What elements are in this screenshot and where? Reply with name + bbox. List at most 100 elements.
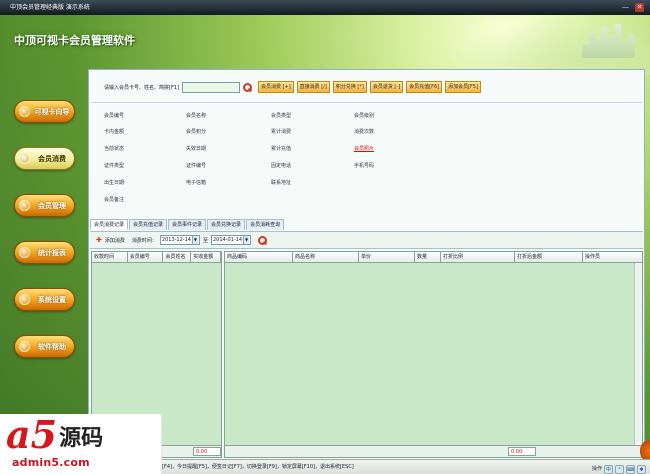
nav-bullet-icon — [19, 294, 30, 305]
add-member-button[interactable]: 添加会员[F5] — [445, 81, 482, 93]
ime-mode-icon[interactable]: 中 — [604, 464, 613, 474]
start-date-picker[interactable]: 2013-12-14 ▼ — [159, 235, 200, 245]
info-label: 会员积分 — [186, 129, 207, 135]
divider — [91, 102, 642, 103]
column-header[interactable]: 会员姓名 — [163, 252, 192, 262]
tab-redeem-records[interactable]: 会员兑换记录 — [207, 219, 246, 230]
watermark-logo: a5 源码 admin5.com — [0, 414, 162, 474]
shortcut-hints: [F4]，今日提醒[F5]，便签日记[F7]，切换登录[F9]，锁定屏幕[F10… — [162, 464, 354, 470]
settings-icon[interactable]: ✱ — [637, 464, 646, 474]
grid-header: 商品编码 商品名称 单价 数量 打折比例 打折后金额 操作员 — [225, 252, 642, 263]
column-header[interactable]: 会员编号 — [128, 252, 164, 262]
start-date-value: 2013-12-14 — [161, 237, 191, 243]
add-consume-button[interactable]: 添加消费 — [105, 237, 125, 244]
search-input[interactable] — [181, 81, 240, 93]
column-header[interactable]: 打折比例 — [441, 252, 515, 262]
info-label: 证件编号 — [186, 163, 207, 169]
nav-bullet-icon — [19, 247, 30, 258]
tab-recharge-records[interactable]: 会员充值记录 — [129, 219, 168, 230]
info-label: 失效日期 — [186, 146, 207, 152]
nav-label: 系统设置 — [38, 295, 66, 304]
info-label: 会员级别 — [354, 113, 375, 119]
direct-consume-button[interactable]: 直接消费 [/] — [296, 81, 330, 93]
info-label: 会员备注 — [104, 197, 125, 203]
nav-button-reports[interactable]: 统计报表 — [14, 241, 75, 264]
ime-toolbar: 操作 中 ° ⌨ ✱ — [592, 462, 646, 474]
nav-label: 会员管理 — [38, 201, 66, 210]
keyboard-icon[interactable]: ⌨ — [626, 464, 635, 474]
vertical-scrollbar[interactable] — [634, 263, 642, 445]
chevron-down-icon[interactable]: ▼ — [191, 236, 198, 244]
window-title: 中顶会员管理经典版 演示系统 — [10, 4, 90, 11]
nav-bullet-icon — [19, 106, 30, 117]
member-return-button[interactable]: 会员退货 [-] — [369, 81, 404, 93]
search-icon[interactable] — [258, 235, 268, 245]
info-label: 累计消费 — [271, 129, 292, 135]
nav-label: 软件帮助 — [38, 342, 66, 351]
member-recharge-button[interactable]: 会员充值[F6] — [406, 81, 443, 93]
info-label: 证件类型 — [104, 163, 125, 169]
column-header[interactable]: 商品名称 — [293, 252, 359, 262]
member-consume-button[interactable]: 会员消费 [+] — [257, 81, 294, 93]
nav-button-member-consume[interactable]: 会员消费 — [14, 147, 75, 170]
window-titlebar: 中顶会员管理经典版 演示系统 — ✕ — [0, 0, 650, 15]
column-header[interactable]: 单价 — [359, 252, 415, 262]
info-label: 消费次数 — [354, 129, 375, 135]
info-label: 累计充值 — [271, 146, 292, 152]
nav-bullet-icon — [19, 200, 30, 211]
nav-label: 统计报表 — [38, 248, 66, 257]
info-label: 联系地址 — [271, 180, 292, 186]
search-icon[interactable] — [242, 82, 252, 92]
column-header[interactable]: 收款时间 — [92, 252, 128, 262]
detail-grid[interactable]: 商品编码 商品名称 单价 数量 打折比例 打折后金额 操作员 0.00 — [224, 251, 643, 458]
total-amount: 0.00 — [193, 447, 221, 456]
info-label: 卡内金额 — [104, 129, 125, 135]
total-amount: 0.00 — [508, 447, 536, 456]
info-label: 会员类型 — [271, 113, 292, 119]
tab-event-records[interactable]: 会员事件记录 — [168, 219, 207, 230]
nav-button-member-manage[interactable]: 会员管理 — [14, 194, 75, 217]
end-date-value: 2014-01-14 — [212, 237, 243, 243]
close-icon[interactable]: ✕ — [635, 3, 644, 12]
column-header[interactable]: 实收金额 — [191, 252, 221, 262]
minimize-icon[interactable]: — — [621, 3, 630, 12]
tab-consume-records[interactable]: 会员消费记录 — [90, 219, 129, 230]
column-header[interactable]: 操作员 — [583, 252, 635, 262]
column-header[interactable]: 商品编码 — [225, 252, 293, 262]
nav-button-help[interactable]: 软件帮助 — [14, 335, 75, 358]
app-title: 中顶可视卡会员管理软件 — [14, 34, 135, 47]
nav-bullet-icon — [19, 153, 30, 164]
nav-bullet-icon — [19, 341, 30, 352]
watermark-url: admin5.com — [12, 456, 90, 469]
chevron-down-icon[interactable]: ▼ — [243, 236, 250, 244]
column-header[interactable]: 打折后金额 — [515, 252, 583, 262]
add-icon[interactable]: ✚ — [96, 236, 102, 244]
punctuation-icon[interactable]: ° — [615, 464, 624, 474]
info-label: 电子信箱 — [186, 180, 207, 186]
info-label: 固定电话 — [271, 163, 292, 169]
tab-usage-query[interactable]: 会员消耗查询 — [246, 219, 285, 230]
info-label: 会员名称 — [186, 113, 207, 119]
watermark-brand: a5 — [6, 412, 58, 457]
grid-footer: 0.00 — [225, 445, 642, 457]
nav-label: 会员消费 — [38, 154, 66, 163]
search-label: 请输入会员卡号、姓名、简拼[F1] — [104, 84, 179, 91]
grid-header: 收款时间 会员编号 会员姓名 实收金额 — [92, 252, 221, 263]
main-panel: 请输入会员卡号、姓名、简拼[F1] 会员消费 [+] 直接消费 [/] 积分兑换… — [88, 69, 645, 469]
nav-label: 可视卡向导 — [34, 107, 70, 116]
time-label: 消费时间： — [131, 237, 157, 244]
info-label: 会员编号 — [104, 113, 125, 119]
points-redeem-button[interactable]: 积分兑换 [*] — [332, 81, 367, 93]
member-photo-link[interactable]: 会员照片 — [354, 145, 374, 152]
to-label: 至 — [202, 237, 208, 244]
search-bar: 请输入会员卡号、姓名、简拼[F1] 会员消费 [+] 直接消费 [/] 积分兑换… — [104, 81, 482, 93]
nav-button-settings[interactable]: 系统设置 — [14, 288, 75, 311]
end-date-picker[interactable]: 2014-01-14 ▼ — [210, 235, 252, 245]
info-label: 手机号码 — [354, 163, 375, 169]
filter-toolbar: ✚ 添加消费 消费时间： 2013-12-14 ▼ 至 2014-01-14 ▼ — [90, 231, 643, 249]
nav-button-card-wizard[interactable]: 可视卡向导 — [14, 100, 75, 123]
column-header[interactable]: 数量 — [415, 252, 441, 262]
info-label: 出生日期 — [104, 180, 125, 186]
info-label: 当前状态 — [104, 146, 125, 152]
record-tabs: 会员消费记录 会员充值记录 会员事件记录 会员兑换记录 会员消耗查询 — [90, 219, 285, 230]
